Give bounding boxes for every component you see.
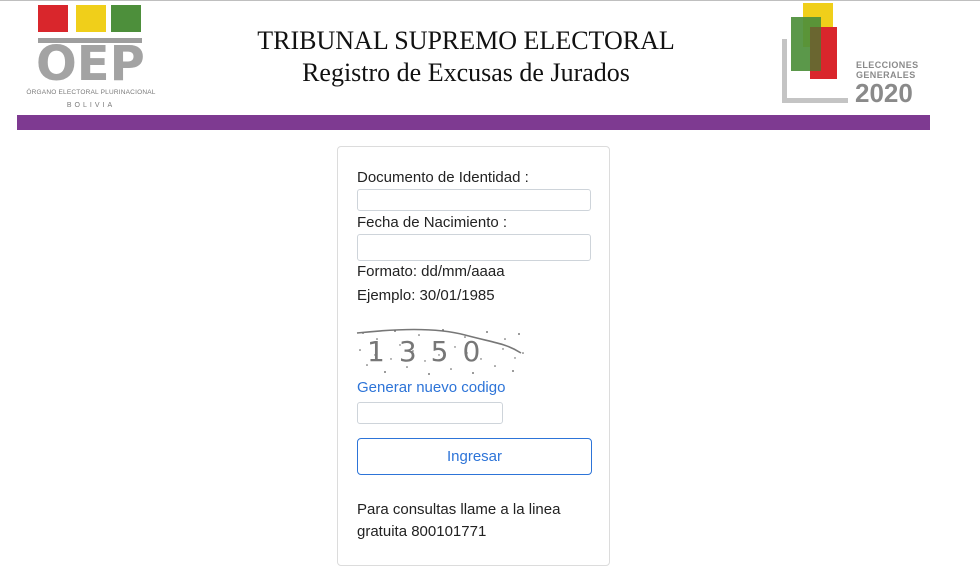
generate-new-code-link[interactable]: Generar nuevo codigo (357, 379, 505, 396)
logo-red-square (38, 5, 68, 32)
captcha-input[interactable] (357, 402, 503, 424)
title-block: TRIBUNAL SUPREMO ELECTORAL Registro de E… (200, 26, 732, 90)
ejemplo-hint: Ejemplo: 30/01/1985 (357, 287, 495, 304)
elecciones-logo: ELECCIONES GENERALES 2020 (780, 3, 930, 107)
help-text: Para consultas llame a la linea gratuita… (357, 501, 561, 540)
logo-green-square (111, 5, 141, 32)
elecciones-year: 2020 (855, 78, 913, 108)
ingresar-button[interactable]: Ingresar (357, 438, 592, 475)
fecha-input[interactable] (357, 234, 591, 261)
page-header: OEP ÓRGANO ELECTORAL PLURINACIONAL BOLIV… (0, 0, 980, 132)
oep-logo-country: BOLIVIA (66, 102, 116, 109)
captcha-image: 1350 (356, 328, 524, 375)
elecciones-frame-bottom (782, 98, 848, 103)
oep-logo-subtitle: ÓRGANO ELECTORAL PLURINACIONAL (26, 89, 156, 96)
documento-label: Documento de Identidad : (357, 169, 529, 186)
elecciones-frame-left (782, 39, 787, 103)
oep-logo-text: OEP (36, 36, 145, 92)
documento-input[interactable] (357, 189, 591, 211)
login-card: Documento de Identidad : Fecha de Nacimi… (337, 146, 610, 566)
page-title: TRIBUNAL SUPREMO ELECTORAL (257, 26, 675, 55)
formato-hint: Formato: dd/mm/aaaa (357, 263, 505, 280)
fecha-label: Fecha de Nacimiento : (357, 214, 508, 231)
page-subtitle: Registro de Excusas de Jurados (302, 58, 630, 87)
logo-yellow-square (76, 5, 106, 32)
header-divider-bar (17, 115, 930, 130)
captcha-text: 1350 (367, 335, 494, 368)
oep-logo: OEP ÓRGANO ELECTORAL PLURINACIONAL BOLIV… (20, 3, 170, 115)
elecciones-overlap-block (810, 27, 821, 71)
elecciones-label-line1: ELECCIONES (856, 60, 919, 70)
